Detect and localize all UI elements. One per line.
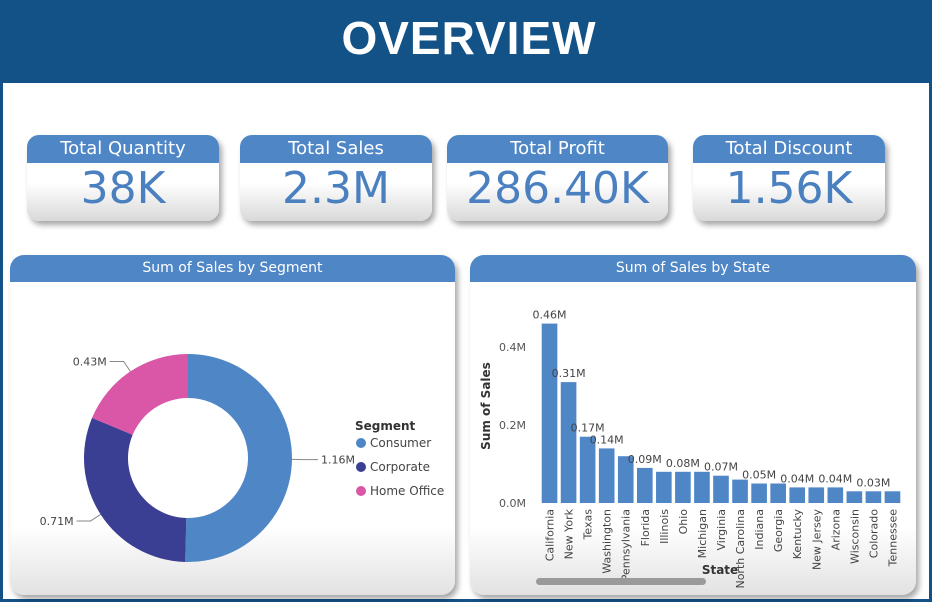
bar-data-label: 0.04M bbox=[818, 472, 852, 485]
bar-new-york bbox=[560, 382, 577, 503]
state-chart-title: Sum of Sales by State bbox=[470, 255, 916, 282]
segment-donut-chart[interactable]: 1.16M 0.71M 0.43M Segment Consumer Corporate H… bbox=[10, 282, 455, 595]
bar-new-jersey bbox=[808, 487, 825, 503]
kpi-card-total-sales[interactable]: Total Sales 2.3M bbox=[240, 135, 432, 221]
donut-data-label: 1.16M bbox=[321, 454, 355, 467]
bar-data-label: 0.46M bbox=[533, 309, 567, 322]
x-tick-label: Tennessee bbox=[886, 509, 899, 568]
x-tick-label: New York bbox=[563, 508, 576, 559]
donut-leader-line bbox=[76, 514, 101, 522]
kpi-label: Total Discount bbox=[693, 135, 885, 163]
y-tick-label: 0.0M bbox=[499, 497, 526, 510]
bar-ohio bbox=[675, 471, 691, 503]
bar-data-label: 0.05M bbox=[742, 469, 776, 482]
x-tick-label: California bbox=[544, 509, 557, 561]
x-tick-label: Georgia bbox=[772, 509, 785, 552]
y-tick-label: 0.2M bbox=[499, 419, 526, 432]
y-axis-title: Sum of Sales bbox=[479, 362, 493, 450]
bar-illinois bbox=[656, 471, 672, 503]
legend-item-home-office: Home Office bbox=[370, 484, 444, 498]
legend-title: Segment bbox=[355, 419, 416, 433]
bar-data-label: 0.31M bbox=[552, 367, 586, 380]
segment-chart-title: Sum of Sales by Segment bbox=[10, 255, 455, 282]
kpi-value: 38K bbox=[80, 163, 166, 214]
donut-leader-line bbox=[109, 360, 131, 372]
x-tick-label: Virginia bbox=[715, 509, 728, 550]
bar-wisconsin bbox=[846, 491, 863, 503]
kpi-value: 1.56K bbox=[725, 163, 853, 214]
bar-data-label: 0.07M bbox=[704, 461, 738, 474]
donut-data-label: 0.71M bbox=[40, 515, 74, 528]
kpi-label: Total Sales bbox=[240, 135, 432, 163]
bar-data-label: 0.14M bbox=[590, 433, 624, 446]
x-tick-label: Ohio bbox=[677, 509, 690, 535]
x-tick-label: Colorado bbox=[867, 509, 880, 558]
legend-marker-home-office bbox=[356, 486, 366, 496]
kpi-card-total-quantity[interactable]: Total Quantity 38K bbox=[27, 135, 219, 221]
x-tick-label: Wisconsin bbox=[848, 509, 861, 564]
bar-data-label: 0.04M bbox=[780, 472, 814, 485]
state-bar-chart[interactable]: 0.0M 0.2M 0.4M Sum of Sales 0.46M California 0… bbox=[470, 282, 916, 595]
x-tick-label: New Jersey bbox=[810, 509, 823, 571]
bar-tennessee bbox=[884, 491, 901, 503]
kpi-value: 2.3M bbox=[282, 163, 390, 214]
bar-arizona bbox=[827, 487, 844, 503]
kpi-value: 286.40K bbox=[466, 163, 649, 214]
bar-florida bbox=[636, 467, 653, 503]
x-tick-label: Illinois bbox=[658, 509, 671, 544]
state-chart-panel[interactable]: Sum of Sales by State 0.0M 0.2M 0.4M Sum of… bbox=[470, 255, 916, 595]
bar-north-carolina bbox=[732, 479, 748, 503]
legend-marker-consumer bbox=[356, 438, 366, 448]
legend-item-consumer: Consumer bbox=[370, 436, 431, 450]
donut-slice-consumer bbox=[185, 354, 292, 562]
bar-michigan bbox=[694, 471, 710, 503]
bar-california bbox=[541, 323, 558, 503]
header-bar: OVERVIEW bbox=[3, 3, 932, 83]
dashboard-frame: OVERVIEW Total Quantity 38K Total Sales … bbox=[0, 0, 932, 602]
x-tick-label: Kentucky bbox=[791, 509, 804, 560]
donut-slice-corporate bbox=[84, 417, 187, 562]
x-tick-label: Pennsylvania bbox=[620, 509, 633, 581]
legend-item-corporate: Corporate bbox=[370, 460, 430, 474]
bar-colorado bbox=[865, 491, 882, 503]
x-tick-label: Texas bbox=[582, 509, 595, 541]
bar-texas bbox=[579, 436, 596, 503]
bar-virginia bbox=[713, 475, 729, 503]
x-axis-title: State bbox=[702, 563, 738, 577]
x-tick-label: Michigan bbox=[696, 509, 709, 558]
bar-indiana bbox=[751, 483, 767, 503]
kpi-label: Total Profit bbox=[447, 135, 668, 163]
bar-kentucky bbox=[789, 487, 806, 503]
segment-chart-panel[interactable]: Sum of Sales by Segment 1.16M 0.71M 0.43M S… bbox=[10, 255, 455, 595]
bar-data-label: 0.03M bbox=[856, 476, 890, 489]
page-title: OVERVIEW bbox=[341, 12, 597, 64]
kpi-card-total-profit[interactable]: Total Profit 286.40K bbox=[447, 135, 668, 221]
x-tick-label: Arizona bbox=[829, 509, 842, 550]
kpi-label: Total Quantity bbox=[27, 135, 219, 163]
bar-georgia bbox=[770, 483, 786, 503]
bar-data-label: 0.09M bbox=[628, 453, 662, 466]
donut-data-label: 0.43M bbox=[73, 355, 107, 368]
horizontal-scrollbar[interactable] bbox=[536, 578, 706, 585]
kpi-card-total-discount[interactable]: Total Discount 1.56K bbox=[693, 135, 885, 221]
y-tick-label: 0.4M bbox=[499, 341, 526, 354]
x-tick-label: Washington bbox=[601, 509, 614, 574]
bar-data-label: 0.08M bbox=[666, 457, 700, 470]
legend-marker-corporate bbox=[356, 462, 366, 472]
x-tick-label: Florida bbox=[639, 509, 652, 546]
bar-washington bbox=[598, 448, 615, 503]
x-tick-label: Indiana bbox=[753, 509, 766, 550]
